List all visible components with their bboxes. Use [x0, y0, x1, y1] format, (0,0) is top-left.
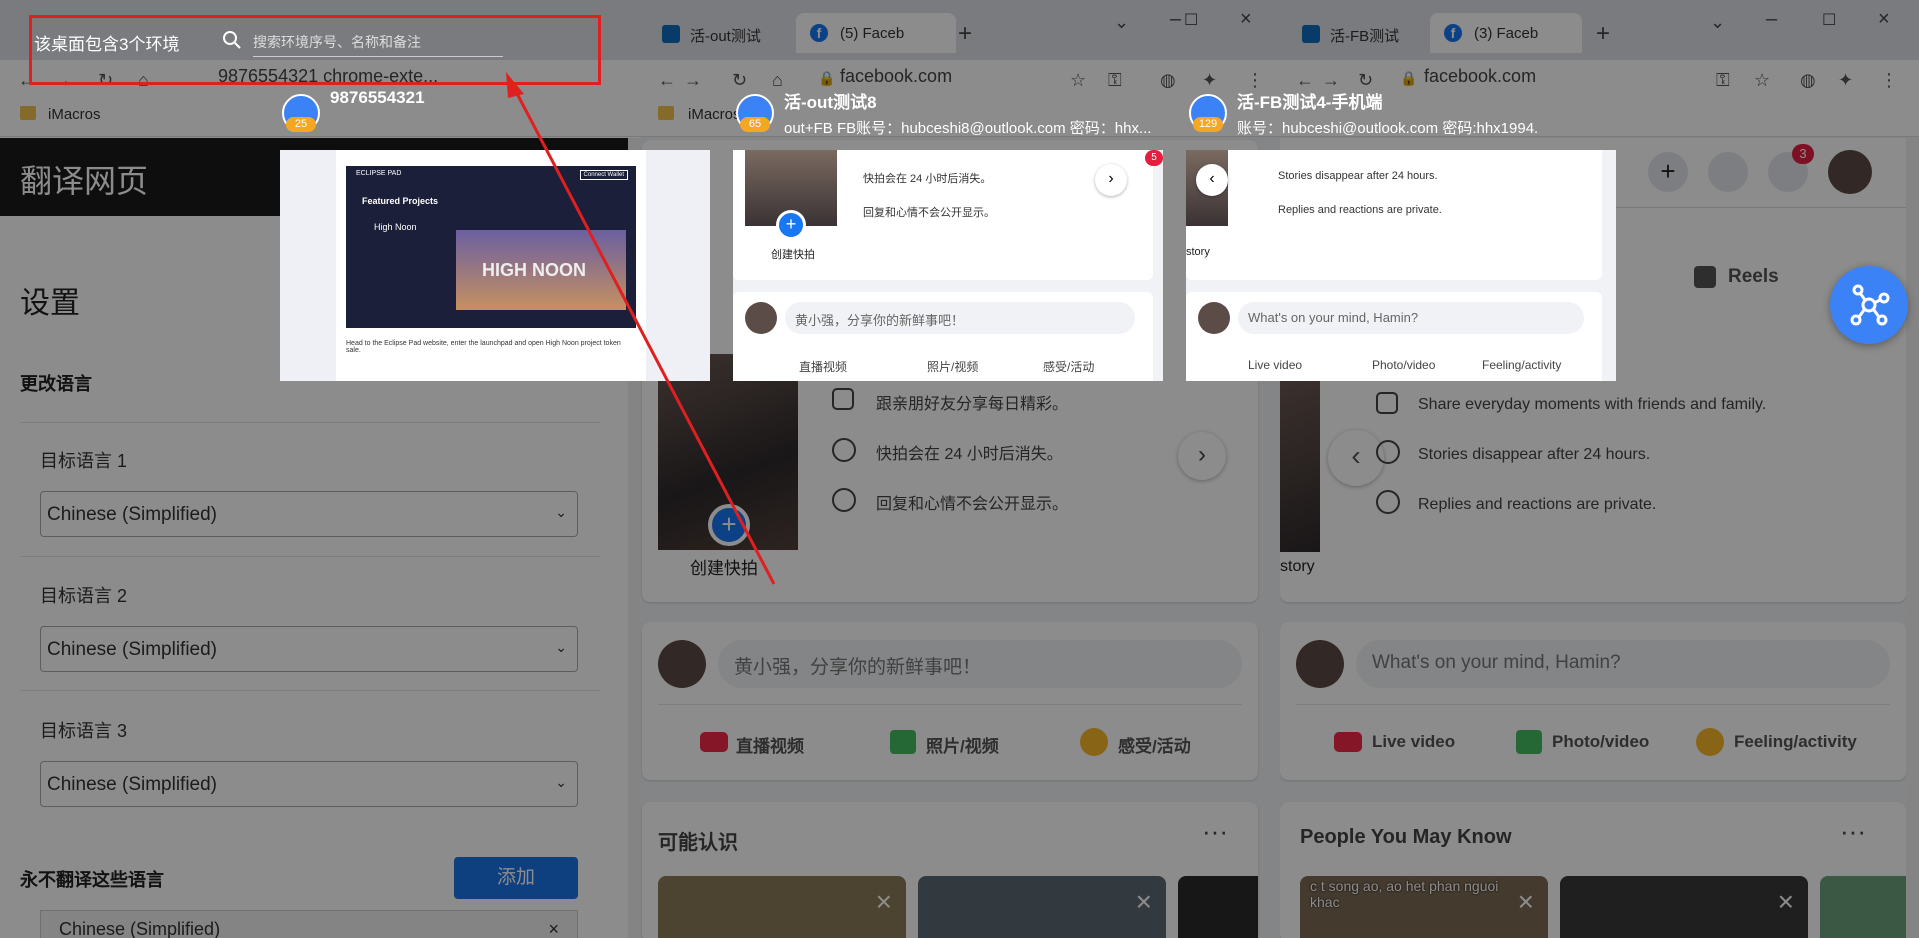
annotation-arrow-line [510, 83, 776, 585]
environment-switcher-button[interactable] [1830, 266, 1908, 344]
annotation-arrow [506, 72, 776, 585]
annotation-arrow-head [506, 72, 524, 98]
network-icon [1850, 284, 1890, 326]
